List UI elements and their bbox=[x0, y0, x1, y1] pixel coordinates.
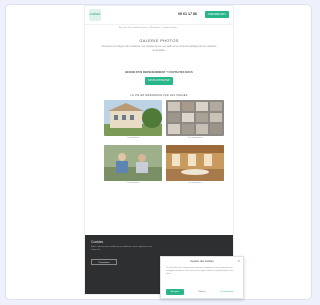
site-header: CHÊNES 05 61 17 86 PRENDRE RDV bbox=[85, 6, 233, 25]
reject-button[interactable]: Refuser bbox=[194, 289, 210, 295]
gallery-caption: Les animations bbox=[187, 137, 203, 139]
website-preview: CHÊNES 05 61 17 86 PRENDRE RDV Accueil >… bbox=[84, 5, 234, 295]
contact-subtitle: BESOIN D'UN RENSEIGNEMENT ? CONTACTEZ-NO… bbox=[125, 71, 193, 74]
header-cta-button[interactable]: PRENDRE RDV bbox=[205, 11, 229, 18]
gallery-photo-dining[interactable] bbox=[166, 145, 224, 181]
intro-text: Découvrez en images notre résidence, ses… bbox=[101, 46, 217, 52]
gallery-title: LA VIE EN RÉSIDENCE PAR LES IMAGES bbox=[130, 94, 188, 97]
site-logo[interactable]: CHÊNES bbox=[89, 9, 101, 21]
gallery-caption: Le restaurant bbox=[188, 182, 202, 184]
gallery-photo-collage[interactable] bbox=[166, 100, 224, 136]
accept-button[interactable]: Accepter bbox=[166, 289, 184, 295]
cookie-consent-dialog: Gestion des cookies × Ce site utilise de… bbox=[160, 256, 244, 299]
dialog-text: Ce site utilise des cookies pour mesurer… bbox=[166, 267, 233, 276]
page-title: GALERIE PHOTOS bbox=[139, 38, 179, 43]
cookie-banner-text: Nous utilisons des cookies pour améliore… bbox=[91, 246, 152, 252]
customize-button[interactable]: Personnaliser bbox=[215, 289, 239, 295]
gallery-caption: Les activités bbox=[126, 182, 140, 184]
dialog-title: Gestion des cookies bbox=[190, 260, 214, 263]
gallery-photo-residents[interactable] bbox=[104, 145, 162, 181]
cookie-settings-button[interactable]: Paramétrer bbox=[91, 259, 117, 265]
contact-button[interactable]: NOUS CONTACTER bbox=[145, 77, 173, 85]
close-icon[interactable]: × bbox=[238, 259, 240, 263]
breadcrumb[interactable]: Accueil > Nos établissements > Résidence… bbox=[119, 27, 177, 29]
gallery-photo-building[interactable] bbox=[104, 100, 162, 136]
header-phone[interactable]: 05 61 17 86 bbox=[178, 12, 197, 16]
cookie-banner-title: Cookies bbox=[91, 240, 104, 244]
gallery-caption: La résidence bbox=[126, 137, 140, 139]
